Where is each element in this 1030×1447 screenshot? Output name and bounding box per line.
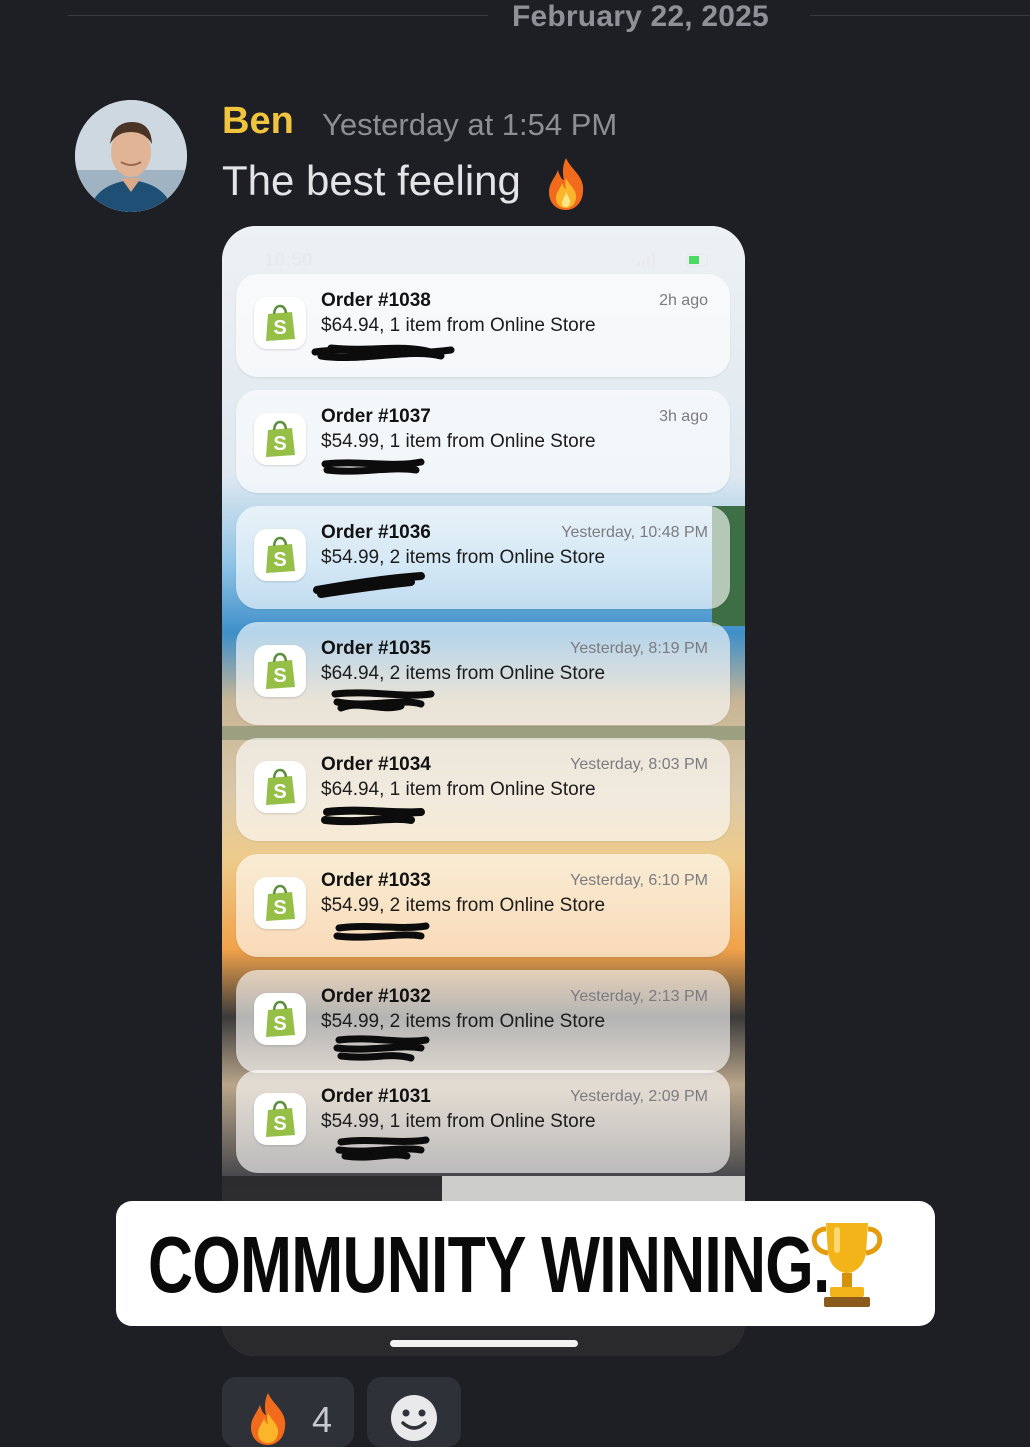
redaction-scribble [321, 806, 425, 826]
reaction-count: 4 [312, 1399, 333, 1440]
svg-text:S: S [273, 317, 286, 339]
notification-card[interactable]: S Order #1032 $54.99, 2 items from Onlin… [236, 970, 730, 1073]
svg-text:S: S [273, 781, 286, 803]
shopify-icon: S [254, 1093, 306, 1145]
status-bar-time: 10:50 [264, 250, 313, 271]
notification-title: Order #1037 [321, 406, 431, 427]
notification-body: $54.99, 1 item from Online Store [321, 431, 596, 452]
divider-line-right [810, 15, 1030, 16]
caption-text: COMMUNITY WINNING. [148, 1220, 830, 1309]
image-attachment[interactable]: 10:50 S Order #1038 $64.94, 1 item from … [222, 226, 745, 1356]
notification-time: 2h ago [659, 292, 708, 309]
redaction-scribble [311, 344, 455, 362]
notification-body: $54.99, 2 items from Online Store [321, 895, 606, 916]
notification-card[interactable]: S Order #1035 $64.94, 2 items from Onlin… [236, 622, 730, 725]
redaction-scribble [333, 1035, 430, 1062]
shopify-icon: S [254, 297, 306, 349]
message-text: The best feeling [222, 157, 521, 205]
reaction-fire[interactable]: 4 [222, 1377, 354, 1447]
notification-body: $54.99, 1 item from Online Store [321, 1111, 596, 1132]
svg-text:S: S [273, 1013, 286, 1035]
notification-title: Order #1034 [321, 754, 431, 775]
redaction-scribble [313, 572, 425, 598]
divider-line-left [68, 15, 488, 16]
notification-body: $64.94, 2 items from Online Store [321, 663, 606, 684]
add-reaction-button[interactable] [367, 1377, 461, 1447]
notification-time: Yesterday, 2:09 PM [570, 1088, 708, 1105]
notification-body: $64.94, 1 item from Online Store [321, 315, 596, 336]
notification-time: Yesterday, 6:10 PM [570, 872, 708, 889]
message-timestamp: Yesterday at 1:54 PM [322, 107, 618, 142]
notification-card[interactable]: S Order #1031 $54.99, 1 item from Online… [236, 1070, 730, 1173]
shopify-icon: S [254, 645, 306, 697]
home-indicator [390, 1340, 578, 1347]
notification-title: Order #1038 [321, 290, 431, 311]
notification-card[interactable]: S Order #1037 $54.99, 1 item from Online… [236, 390, 730, 493]
date-divider: February 22, 2025 [0, 0, 1030, 34]
avatar[interactable] [75, 100, 187, 212]
notification-card[interactable]: S Order #1036 $54.99, 2 items from Onlin… [236, 506, 730, 609]
redaction-scribble [331, 689, 435, 712]
notification-card[interactable]: S Order #1034 $64.94, 1 item from Online… [236, 738, 730, 841]
notification-body: $54.99, 2 items from Online Store [321, 1011, 606, 1032]
svg-text:S: S [273, 897, 286, 919]
redaction-scribble [333, 922, 430, 941]
notification-title: Order #1036 [321, 522, 431, 543]
message-text-row: The best feeling [222, 156, 589, 212]
shopify-icon: S [254, 529, 306, 581]
shopify-icon: S [254, 761, 306, 813]
shopify-icon: S [254, 993, 306, 1045]
notification-body: $64.94, 1 item from Online Store [321, 779, 596, 800]
caption-banner: COMMUNITY WINNING. [116, 1201, 935, 1326]
notification-time: Yesterday, 8:03 PM [570, 756, 708, 773]
svg-text:S: S [273, 549, 286, 571]
status-bar-icons [637, 253, 708, 267]
notification-card[interactable]: S Order #1033 $54.99, 2 items from Onlin… [236, 854, 730, 957]
trophy-emoji-icon [811, 1223, 883, 1307]
shopify-icon: S [254, 877, 306, 929]
notification-time: Yesterday, 2:13 PM [570, 988, 708, 1005]
fire-emoji-icon [548, 158, 583, 210]
redaction-scribble [335, 1136, 430, 1161]
svg-text:S: S [273, 665, 286, 687]
shopify-icon: S [254, 413, 306, 465]
svg-text:S: S [273, 1113, 286, 1135]
notification-title: Order #1031 [321, 1086, 431, 1107]
divider-date: February 22, 2025 [512, 0, 769, 33]
svg-text:S: S [273, 433, 286, 455]
redaction-scribble [321, 458, 425, 475]
notification-title: Order #1033 [321, 870, 431, 891]
notification-title: Order #1035 [321, 638, 431, 659]
notification-time: Yesterday, 10:48 PM [561, 524, 708, 541]
fire-emoji-icon [251, 1393, 286, 1445]
message-author[interactable]: Ben [222, 100, 294, 143]
notification-time: 3h ago [659, 408, 708, 425]
notification-time: Yesterday, 8:19 PM [570, 640, 708, 657]
notification-title: Order #1032 [321, 986, 431, 1007]
notification-body: $54.99, 2 items from Online Store [321, 547, 606, 568]
notification-card[interactable]: S Order #1038 $64.94, 1 item from Online… [236, 274, 730, 377]
